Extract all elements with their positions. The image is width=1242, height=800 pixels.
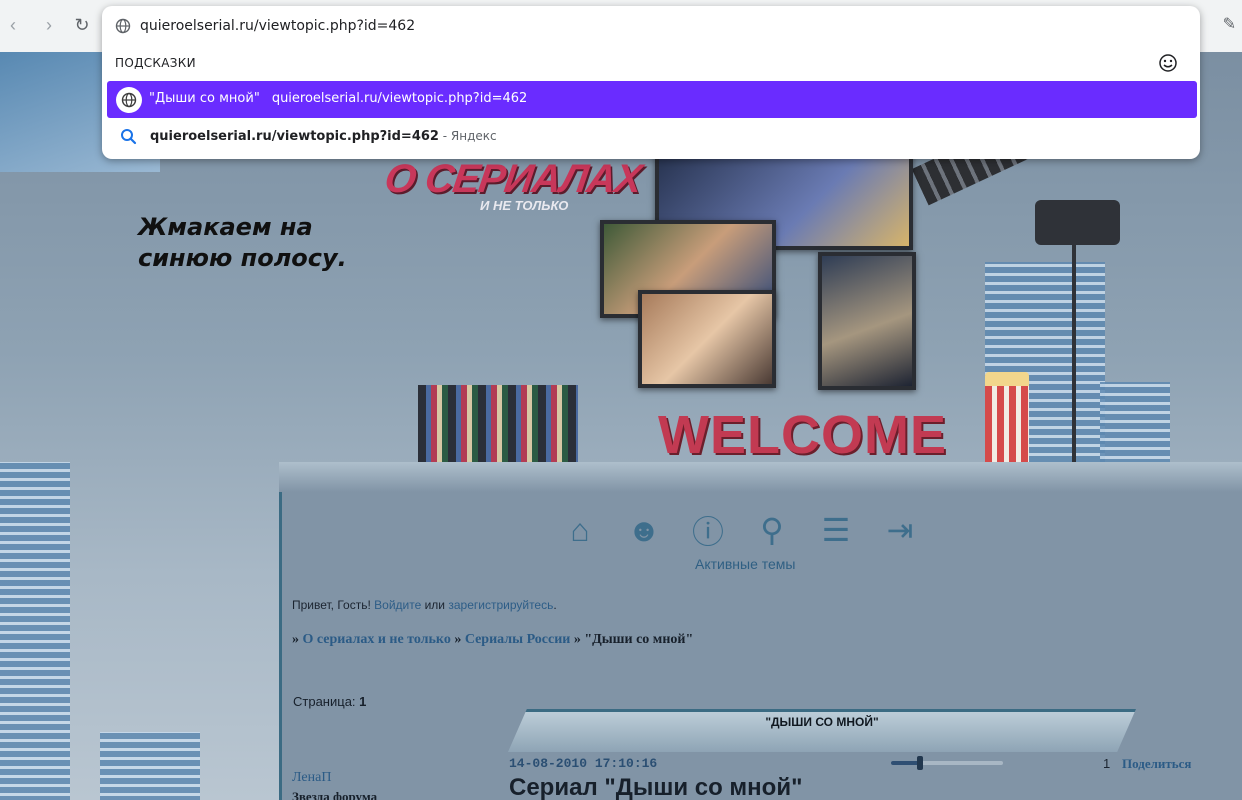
- building-decoration: [100, 732, 200, 800]
- pager-current: 1: [359, 694, 367, 709]
- site-logo-subtitle: И НЕ ТОЛЬКО: [480, 198, 569, 213]
- breadcrumb: » О сериалах и не только » Сериалы Росси…: [292, 632, 693, 648]
- topic-title: "ДЫШИ СО МНОЙ": [765, 715, 879, 729]
- greeting-middle: или: [421, 598, 449, 612]
- register-link[interactable]: зарегистрируйтесь: [448, 598, 553, 612]
- forward-button[interactable]: ›: [38, 14, 60, 36]
- suggestions-header: ПОДСКАЗКИ: [115, 56, 196, 70]
- nav-caption: Активные темы: [695, 556, 796, 572]
- post-slider[interactable]: [891, 756, 1003, 770]
- suggestion-query: quieroelserial.ru/viewtopic.php?id=462: [150, 129, 439, 144]
- reload-button[interactable]: ↻: [71, 14, 93, 36]
- tripod-decoration: [1072, 242, 1076, 472]
- breadcrumb-sep: »: [292, 632, 303, 647]
- slider-knob[interactable]: [917, 756, 924, 770]
- header-photo: [638, 290, 776, 388]
- guest-greeting: Привет, Гость! Войдите или зарегистрируй…: [292, 598, 557, 612]
- login-icon[interactable]: ⇥: [880, 510, 920, 550]
- suggestion-url: quieroelserial.ru/viewtopic.php?id=462: [271, 91, 528, 106]
- suggestion-label: quieroelserial.ru/viewtopic.php?id=462 -…: [150, 129, 497, 144]
- login-link[interactable]: Войдите: [374, 598, 421, 612]
- suggestion-item-history[interactable]: "Дыши со мной" quieroelserial.ru/viewtopi…: [107, 81, 1197, 118]
- post-author[interactable]: ЛенаП: [292, 770, 331, 786]
- greeting-suffix: .: [553, 598, 557, 612]
- suggestion-title: "Дыши со мной": [149, 91, 260, 106]
- address-bar-dropdown: ПОДСКАЗКИ "Дыши со мной" quieroelserial.r…: [102, 6, 1200, 159]
- post-date: 14-08-2010 17:10:16: [509, 756, 658, 771]
- address-input[interactable]: [140, 16, 1040, 36]
- books-decoration: [418, 385, 578, 465]
- breadcrumb-sep: »: [454, 632, 465, 647]
- smiley-icon[interactable]: [1158, 53, 1178, 73]
- share-link[interactable]: Поделиться: [1122, 756, 1191, 772]
- edit-icon[interactable]: ✎: [1223, 14, 1236, 34]
- header-photo: [818, 252, 916, 390]
- annotation-text: Жмакаем на синюю полосу.: [138, 213, 347, 272]
- rules-icon[interactable]: ⓘ: [688, 510, 728, 550]
- suggestion-engine: - Яндекс: [438, 129, 497, 143]
- users-icon[interactable]: ☻: [624, 510, 664, 550]
- author-rank: Звезда форума: [292, 789, 378, 800]
- posts-icon[interactable]: ☰: [816, 510, 856, 550]
- search-icon[interactable]: ⚲: [752, 510, 792, 550]
- building-decoration: [0, 462, 70, 800]
- post-number: 1: [1103, 756, 1111, 771]
- web-page: О СЕРИАЛАХ И НЕ ТОЛЬКО WELCOME Жмакаем н…: [0, 52, 1242, 800]
- pager: Страница: 1: [293, 694, 366, 709]
- suggestion-item-search[interactable]: quieroelserial.ru/viewtopic.php?id=462 -…: [107, 119, 1197, 156]
- breadcrumb-topic: "Дыши со мной": [584, 632, 694, 647]
- breadcrumb-forum[interactable]: О сериалах и не только: [303, 632, 451, 647]
- camera-decoration: [1035, 200, 1120, 245]
- suggestion-label: "Дыши со мной" quieroelserial.ru/viewtopi…: [149, 91, 527, 106]
- forum-nav: ⌂ ☻ ⓘ ⚲ ☰ ⇥: [560, 510, 920, 551]
- home-icon[interactable]: ⌂: [560, 510, 600, 550]
- globe-icon: [116, 87, 142, 113]
- post-title: Сериал "Дыши со мной": [509, 774, 803, 800]
- forum-frame-top: [279, 462, 1242, 492]
- greeting-prefix: Привет, Гость!: [292, 598, 375, 612]
- slider-fill: [891, 761, 921, 765]
- back-button[interactable]: ‹: [2, 14, 24, 36]
- site-logo-title: О СЕРИАЛАХ: [381, 157, 644, 201]
- popcorn-decoration: [985, 372, 1029, 466]
- pager-label: Страница:: [293, 694, 356, 709]
- welcome-banner: WELCOME: [658, 405, 947, 465]
- breadcrumb-section[interactable]: Сериалы России: [465, 632, 571, 647]
- globe-icon: [115, 18, 131, 34]
- search-icon: [121, 129, 137, 145]
- breadcrumb-sep: »: [573, 632, 585, 647]
